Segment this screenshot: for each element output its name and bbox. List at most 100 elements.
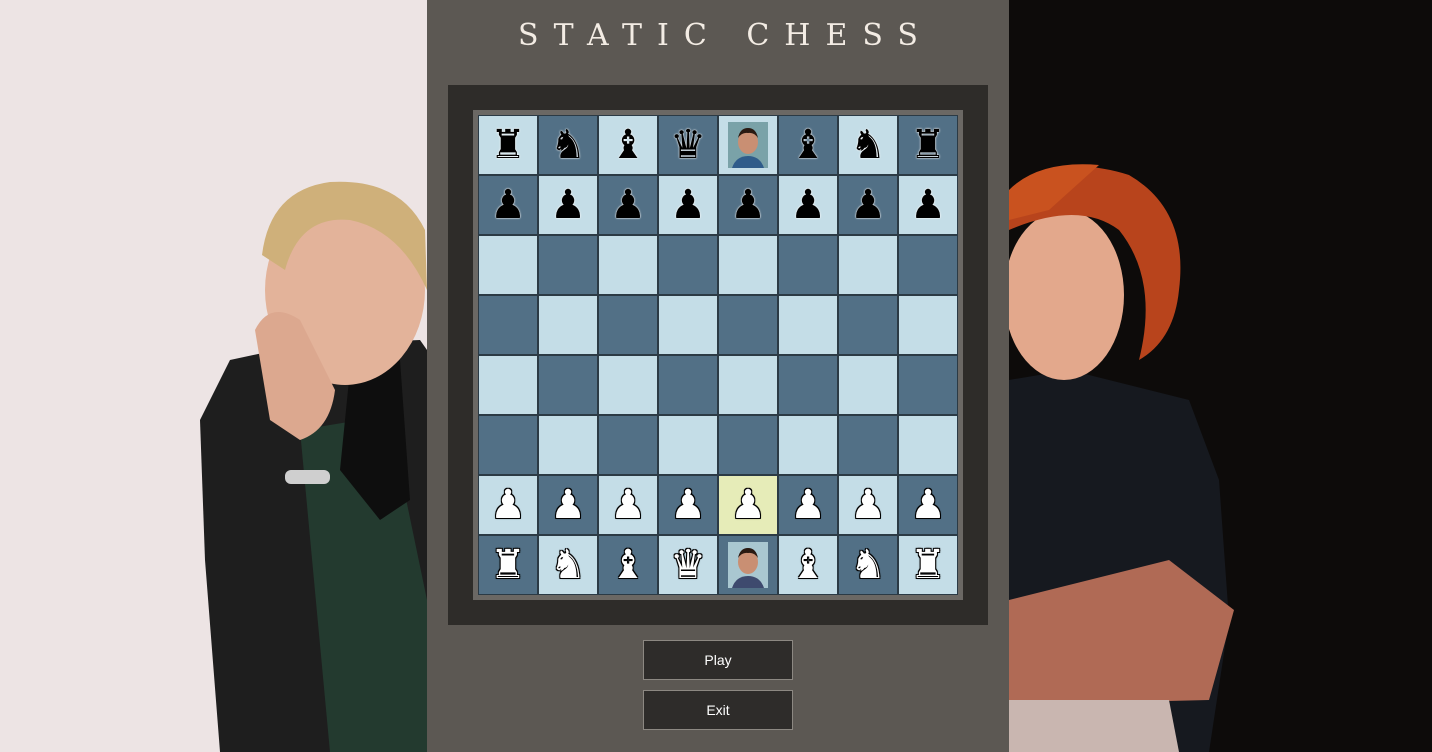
square-a4[interactable] — [478, 355, 538, 415]
square-c5[interactable] — [598, 295, 658, 355]
square-g5[interactable] — [838, 295, 898, 355]
square-c1[interactable]: ♝ — [598, 535, 658, 595]
square-a7[interactable]: ♟ — [478, 175, 538, 235]
square-b5[interactable] — [538, 295, 598, 355]
white-queen-icon[interactable]: ♛ — [670, 545, 706, 585]
square-f2[interactable]: ♟ — [778, 475, 838, 535]
white-pawn-icon[interactable]: ♟ — [790, 485, 826, 525]
square-e1[interactable] — [718, 535, 778, 595]
red-haired-woman-illustration — [1009, 164, 1234, 752]
white-pawn-icon[interactable]: ♟ — [670, 485, 706, 525]
square-b7[interactable]: ♟ — [538, 175, 598, 235]
black-bishop-icon[interactable]: ♝ — [790, 125, 826, 165]
black-king-avatar-icon — [728, 122, 768, 168]
square-f3[interactable] — [778, 415, 838, 475]
square-b8[interactable]: ♞ — [538, 115, 598, 175]
black-rook-icon[interactable]: ♜ — [490, 125, 526, 165]
square-a5[interactable] — [478, 295, 538, 355]
square-h8[interactable]: ♜ — [898, 115, 958, 175]
square-d8[interactable]: ♛ — [658, 115, 718, 175]
black-bishop-icon[interactable]: ♝ — [610, 125, 646, 165]
square-a6[interactable] — [478, 235, 538, 295]
black-pawn-icon[interactable]: ♟ — [910, 185, 946, 225]
white-pawn-icon[interactable]: ♟ — [490, 485, 526, 525]
square-b2[interactable]: ♟ — [538, 475, 598, 535]
square-h4[interactable] — [898, 355, 958, 415]
square-f4[interactable] — [778, 355, 838, 415]
square-h3[interactable] — [898, 415, 958, 475]
square-c2[interactable]: ♟ — [598, 475, 658, 535]
black-pawn-icon[interactable]: ♟ — [610, 185, 646, 225]
square-d5[interactable] — [658, 295, 718, 355]
square-b1[interactable]: ♞ — [538, 535, 598, 595]
square-g7[interactable]: ♟ — [838, 175, 898, 235]
white-rook-icon[interactable]: ♜ — [910, 545, 946, 585]
white-pawn-icon[interactable]: ♟ — [850, 485, 886, 525]
square-f7[interactable]: ♟ — [778, 175, 838, 235]
white-rook-icon[interactable]: ♜ — [490, 545, 526, 585]
black-pawn-icon[interactable]: ♟ — [490, 185, 526, 225]
white-pawn-icon[interactable]: ♟ — [610, 485, 646, 525]
square-b6[interactable] — [538, 235, 598, 295]
square-a2[interactable]: ♟ — [478, 475, 538, 535]
square-h1[interactable]: ♜ — [898, 535, 958, 595]
square-g1[interactable]: ♞ — [838, 535, 898, 595]
square-d1[interactable]: ♛ — [658, 535, 718, 595]
square-d3[interactable] — [658, 415, 718, 475]
square-h7[interactable]: ♟ — [898, 175, 958, 235]
square-e5[interactable] — [718, 295, 778, 355]
square-d6[interactable] — [658, 235, 718, 295]
black-pawn-icon[interactable]: ♟ — [790, 185, 826, 225]
square-h5[interactable] — [898, 295, 958, 355]
black-rook-icon[interactable]: ♜ — [910, 125, 946, 165]
square-a3[interactable] — [478, 415, 538, 475]
black-pawn-icon[interactable]: ♟ — [670, 185, 706, 225]
square-d2[interactable]: ♟ — [658, 475, 718, 535]
square-b4[interactable] — [538, 355, 598, 415]
square-e8[interactable] — [718, 115, 778, 175]
white-bishop-icon[interactable]: ♝ — [610, 545, 646, 585]
square-c4[interactable] — [598, 355, 658, 415]
square-d4[interactable] — [658, 355, 718, 415]
chess-board[interactable]: ♜ ♞ ♝ ♛ ♝ ♞ ♜ ♟ ♟ ♟ ♟ ♟ ♟ ♟ ♟ ♟ ♟ ♟ ♟ ♟ ♟ ♟ ♟ ♜ ♞ ♝ ♛ ♝ ♞ ♜ — [478, 115, 958, 595]
square-e6[interactable] — [718, 235, 778, 295]
black-knight-icon[interactable]: ♞ — [850, 125, 886, 165]
square-h2[interactable]: ♟ — [898, 475, 958, 535]
square-e7[interactable]: ♟ — [718, 175, 778, 235]
square-a8[interactable]: ♜ — [478, 115, 538, 175]
square-g2[interactable]: ♟ — [838, 475, 898, 535]
black-knight-icon[interactable]: ♞ — [550, 125, 586, 165]
black-pawn-icon[interactable]: ♟ — [730, 185, 766, 225]
square-c6[interactable] — [598, 235, 658, 295]
square-c3[interactable] — [598, 415, 658, 475]
left-illustration — [0, 0, 427, 752]
black-pawn-icon[interactable]: ♟ — [850, 185, 886, 225]
square-g8[interactable]: ♞ — [838, 115, 898, 175]
square-c7[interactable]: ♟ — [598, 175, 658, 235]
square-g4[interactable] — [838, 355, 898, 415]
square-f6[interactable] — [778, 235, 838, 295]
square-g6[interactable] — [838, 235, 898, 295]
square-f8[interactable]: ♝ — [778, 115, 838, 175]
white-pawn-icon[interactable]: ♟ — [910, 485, 946, 525]
white-pawn-icon[interactable]: ♟ — [550, 485, 586, 525]
square-c8[interactable]: ♝ — [598, 115, 658, 175]
square-e2[interactable]: ♟ — [718, 475, 778, 535]
exit-button[interactable]: Exit — [643, 690, 793, 730]
square-g3[interactable] — [838, 415, 898, 475]
square-b3[interactable] — [538, 415, 598, 475]
square-f1[interactable]: ♝ — [778, 535, 838, 595]
square-a1[interactable]: ♜ — [478, 535, 538, 595]
square-e4[interactable] — [718, 355, 778, 415]
black-pawn-icon[interactable]: ♟ — [550, 185, 586, 225]
play-button[interactable]: Play — [643, 640, 793, 680]
square-d7[interactable]: ♟ — [658, 175, 718, 235]
white-bishop-icon[interactable]: ♝ — [790, 545, 826, 585]
black-queen-icon[interactable]: ♛ — [670, 125, 706, 165]
white-knight-icon[interactable]: ♞ — [550, 545, 586, 585]
square-e3[interactable] — [718, 415, 778, 475]
white-knight-icon[interactable]: ♞ — [850, 545, 886, 585]
white-pawn-icon[interactable]: ♟ — [730, 485, 766, 525]
square-h6[interactable] — [898, 235, 958, 295]
square-f5[interactable] — [778, 295, 838, 355]
